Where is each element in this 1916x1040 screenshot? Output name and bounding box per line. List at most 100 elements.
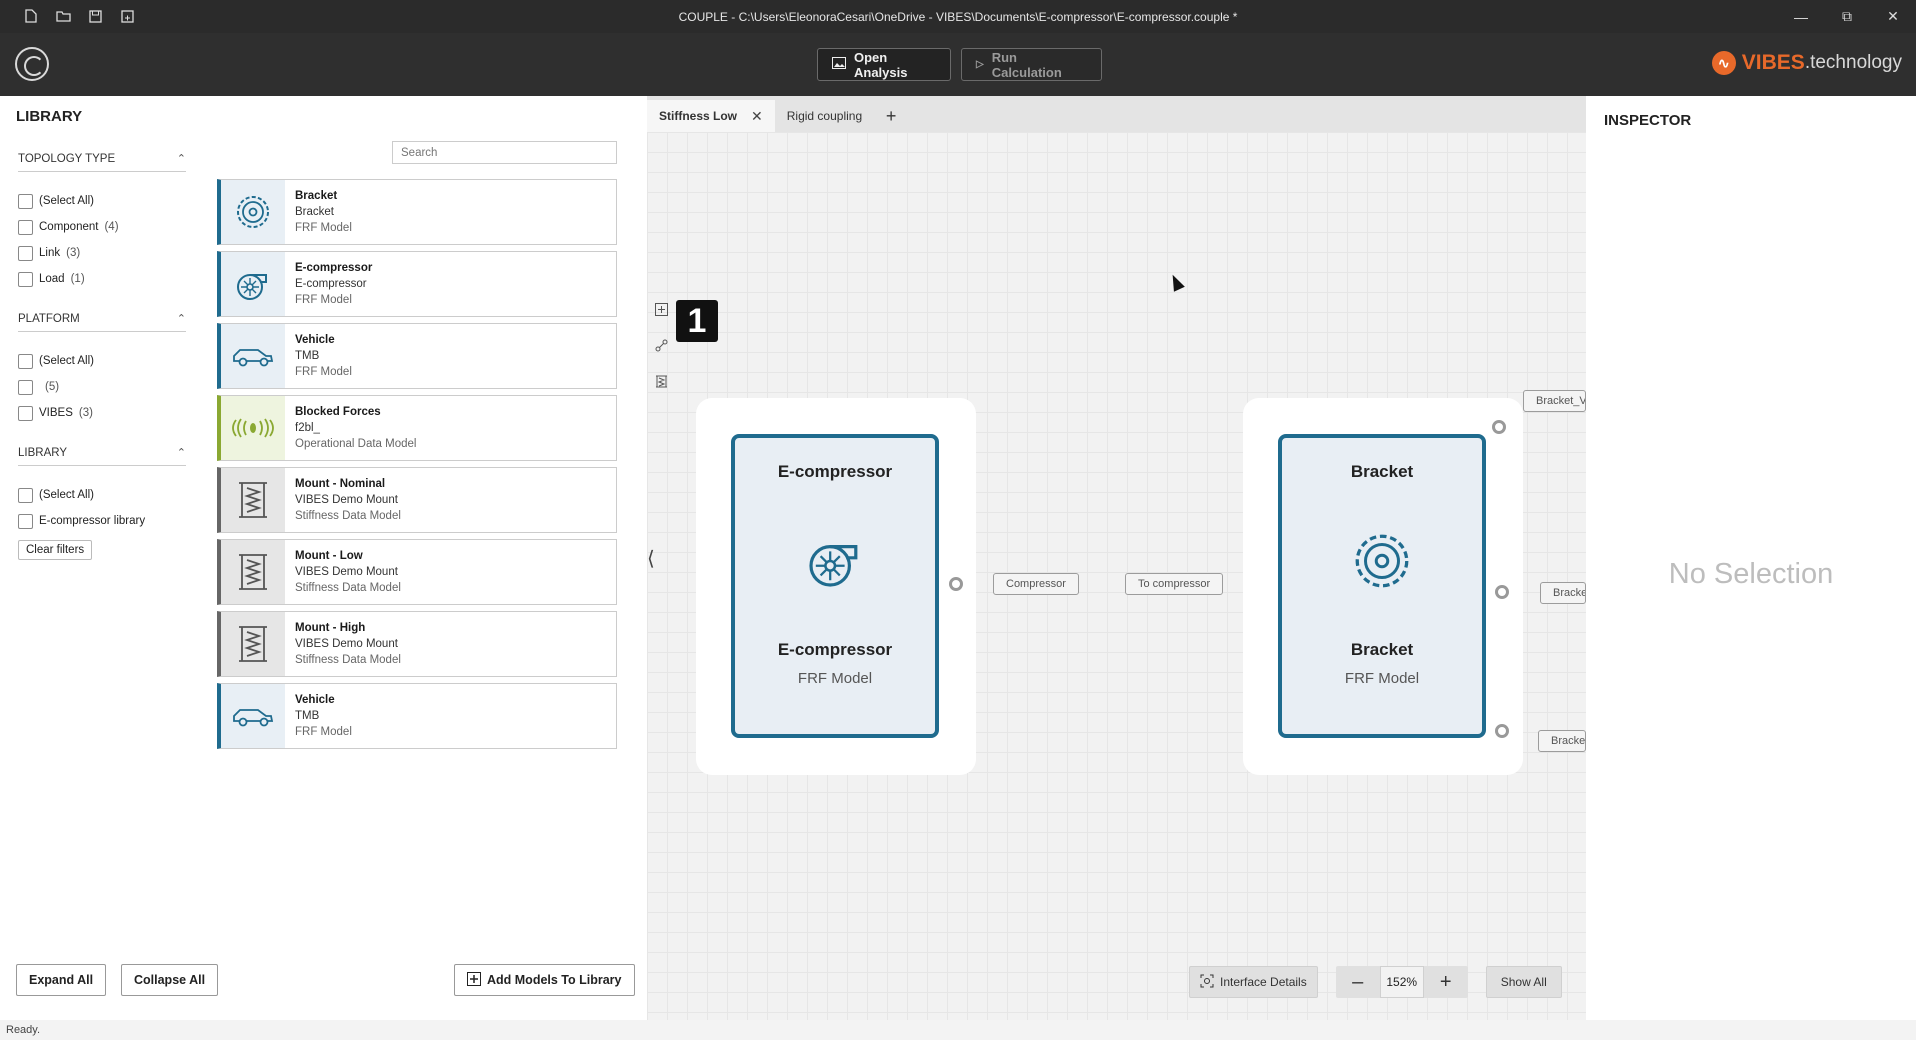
app-logo-icon[interactable] (15, 47, 49, 81)
filter-option[interactable]: (Select All) (18, 188, 186, 214)
zoom-value[interactable]: 152% (1379, 966, 1424, 998)
close-tab-icon[interactable]: ✕ (751, 108, 763, 125)
close-icon[interactable]: ✕ (1870, 0, 1916, 33)
model-card[interactable]: Vehicle TMB FRF Model (217, 683, 617, 749)
zoom-out-button[interactable]: – (1336, 966, 1380, 998)
mount-icon[interactable] (653, 373, 669, 389)
clear-filters-button[interactable]: Clear filters (18, 540, 93, 560)
run-calculation-button[interactable]: ▷ Run Calculation (961, 48, 1102, 81)
step-badge: 1 (676, 300, 718, 342)
tab-stiffness-low[interactable]: Stiffness Low ✕ (647, 100, 775, 132)
minimize-icon[interactable]: — (1778, 0, 1824, 33)
spring-icon (221, 612, 285, 676)
checkbox[interactable] (18, 219, 33, 235)
node-body[interactable]: Bracket Bracket FRF Model (1278, 434, 1486, 738)
port-handle[interactable] (1495, 724, 1509, 738)
model-card[interactable]: Mount - High VIBES Demo Mount Stiffness Da… (217, 611, 617, 677)
interface-details-button[interactable]: Interface Details (1189, 966, 1318, 998)
model-card[interactable]: Vehicle TMB FRF Model (217, 323, 617, 389)
collapse-all-button[interactable]: Collapse All (121, 964, 219, 996)
model-card[interactable]: Blocked Forces f2bl_ Operational Data Mode… (217, 395, 617, 461)
library-panel: LIBRARY TOPOLOGY TYPE ⌃ (Select All) Com… (0, 96, 645, 1020)
filter-section-header[interactable]: LIBRARY ⌃ (18, 446, 186, 466)
search-input[interactable] (392, 141, 617, 164)
filter-section-header[interactable]: TOPOLOGY TYPE ⌃ (18, 152, 186, 172)
inspector-title: INSPECTOR (1604, 112, 1692, 129)
filter-option[interactable]: Link (3) (18, 240, 186, 266)
chevron-up-icon[interactable]: ⌃ (177, 446, 186, 459)
node-bracket[interactable]: Bracket Bracket FRF Model (1243, 398, 1523, 775)
canvas-side-tools (653, 301, 669, 389)
canvas-bottom-tools: Interface Details – 152% + Show All (1189, 966, 1562, 998)
filter-option[interactable]: E-compressor library (18, 508, 186, 534)
filter-option[interactable]: Load (1) (18, 266, 186, 292)
interface-label-bracket[interactable]: Bracke (1540, 582, 1586, 604)
status-bar: Ready. (0, 1020, 1916, 1040)
interface-label-compressor[interactable]: Compressor (993, 573, 1079, 595)
turbo-icon (221, 252, 285, 316)
node-e-compressor[interactable]: E-compressor E-compressor FRF Model (696, 398, 976, 775)
connect-icon[interactable] (653, 337, 669, 353)
add-box-icon (467, 971, 481, 989)
interface-label-to-compressor[interactable]: To compressor (1125, 573, 1224, 595)
zoom-control: – 152% + (1335, 966, 1468, 998)
checkbox[interactable] (18, 193, 33, 209)
checkbox[interactable] (18, 405, 33, 421)
port-handle[interactable] (949, 577, 963, 591)
checkbox[interactable] (18, 353, 33, 369)
model-canvas[interactable]: Stiffness Low ✕ Rigid coupling + 1 ⟨ E-c… (647, 96, 1586, 1020)
interface-label-bracket[interactable]: Bracke (1538, 730, 1586, 752)
chevron-left-icon[interactable]: ⟨ (647, 546, 655, 571)
zoom-in-button[interactable]: + (1424, 966, 1468, 998)
checkbox[interactable] (18, 487, 33, 503)
model-card[interactable]: Mount - Nominal VIBES Demo Mount Stiffness… (217, 467, 617, 533)
gear-icon (221, 180, 285, 244)
filter-option[interactable]: (5) (18, 374, 186, 400)
port-handle[interactable] (1495, 585, 1509, 599)
checkbox[interactable] (18, 379, 33, 395)
car-icon (221, 684, 285, 748)
open-analysis-button[interactable]: Open Analysis (817, 48, 951, 81)
add-models-button[interactable]: Add Models To Library (454, 964, 635, 996)
add-tab-icon[interactable]: + (874, 100, 908, 132)
car-icon (221, 324, 285, 388)
canvas-tab-bar: Stiffness Low ✕ Rigid coupling + (647, 96, 1586, 132)
spring-icon (221, 540, 285, 604)
focus-icon (1200, 974, 1214, 991)
add-node-icon[interactable] (653, 301, 669, 317)
chevron-up-icon[interactable]: ⌃ (177, 312, 186, 325)
expand-all-button[interactable]: Expand All (16, 964, 107, 996)
brand-logo: ∿ VIBES .technology (1711, 51, 1902, 75)
port-handle[interactable] (1492, 420, 1506, 434)
play-icon: ▷ (976, 59, 984, 70)
model-card[interactable]: E-compressor E-compressor FRF Model (217, 251, 617, 317)
image-icon (832, 57, 846, 72)
inspector-panel: INSPECTOR No Selection (1586, 96, 1916, 1020)
vibration-icon (221, 396, 285, 460)
show-all-button[interactable]: Show All (1485, 966, 1562, 998)
filter-section-header[interactable]: PLATFORM ⌃ (18, 312, 186, 332)
model-card[interactable]: Bracket Bracket FRF Model (217, 179, 617, 245)
filter-option[interactable]: Component (4) (18, 214, 186, 240)
model-card-list: Bracket Bracket FRF Model E-compressor E-co… (217, 179, 617, 755)
restore-icon[interactable]: ⧉ (1824, 0, 1870, 33)
turbo-icon (800, 526, 870, 596)
chevron-up-icon[interactable]: ⌃ (177, 152, 186, 165)
checkbox[interactable] (18, 245, 33, 261)
checkbox[interactable] (18, 271, 33, 287)
checkbox[interactable] (18, 513, 33, 529)
filter-option[interactable]: VIBES (3) (18, 400, 186, 426)
filter-section-topology: TOPOLOGY TYPE ⌃ (Select All) Component (4… (18, 152, 186, 292)
gear-icon (1347, 526, 1417, 596)
tab-rigid-coupling[interactable]: Rigid coupling (775, 100, 874, 132)
model-card[interactable]: Mount - Low VIBES Demo Mount Stiffness Dat… (217, 539, 617, 605)
filter-section-platform: PLATFORM ⌃ (Select All) (5) VIBES (3) (18, 312, 186, 426)
spring-icon (221, 468, 285, 532)
main-toolbar: Open Analysis ▷ Run Calculation ∿ VIBES.… (0, 33, 1916, 96)
node-body[interactable]: E-compressor E-compressor FRF Model (731, 434, 939, 738)
filter-option[interactable]: (Select All) (18, 482, 186, 508)
filter-option[interactable]: (Select All) (18, 348, 186, 374)
no-selection-text: No Selection (1668, 558, 1834, 590)
interface-label-bracket-v[interactable]: Bracket_V (1523, 390, 1586, 412)
filter-section-library: LIBRARY ⌃ (Select All) E-compressor libr… (18, 446, 186, 560)
